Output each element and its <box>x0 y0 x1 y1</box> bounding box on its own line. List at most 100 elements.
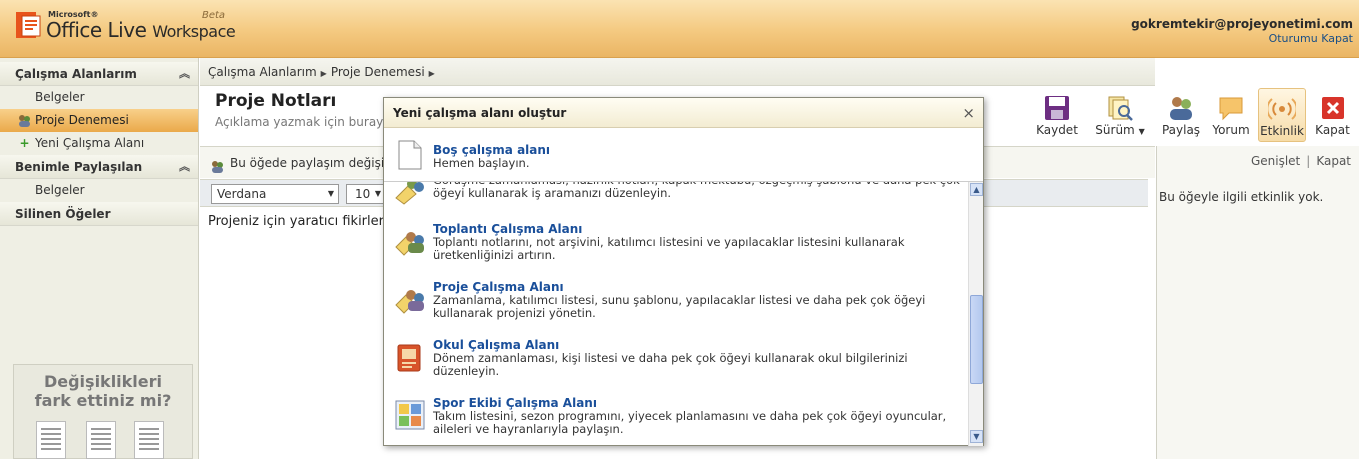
sidebar-item-label: Yeni Çalışma Alanı <box>35 136 145 150</box>
document-body[interactable]: Projeniz için yaratıcı fikirler <box>208 214 384 229</box>
breadcrumb-item[interactable]: Proje Denemesi <box>331 65 425 79</box>
comment-button[interactable]: Yorum <box>1208 92 1254 140</box>
sidebar-section-deleted-items[interactable]: Silinen Öğeler <box>0 202 198 226</box>
collapse-up-icon[interactable]: ︽ <box>179 155 190 179</box>
blank-workspace-option[interactable]: Boş çalışma alanı Hemen başlayın. <box>384 129 983 182</box>
brand-beta: Beta <box>202 10 226 21</box>
divider: | <box>1306 154 1311 168</box>
save-icon <box>1045 96 1069 120</box>
close-doc-button[interactable]: Kapat <box>1310 92 1355 140</box>
template-option-job-search[interactable]: Görüşme zamanlaması, hazırlık notları, k… <box>384 182 968 205</box>
blank-document-icon <box>398 140 422 170</box>
version-text: Sürüm <box>1095 123 1135 137</box>
activity-label: Etkinlik <box>1260 124 1304 138</box>
meeting-template-icon <box>395 232 424 256</box>
school-template-icon <box>397 344 421 372</box>
promo-title: Değişiklikleri fark ettiniz mi? <box>34 372 172 410</box>
sidebar-item-documents[interactable]: Belgeler <box>0 86 198 109</box>
job-search-template-icon <box>395 182 424 205</box>
template-option-desc: Dönem zamanlaması, kişi listesi ve daha … <box>433 351 908 378</box>
dialog-close-button[interactable]: × <box>962 98 975 128</box>
template-option-desc: Zamanlama, katılımcı listesi, sunu şablo… <box>433 293 926 320</box>
template-option-sports-team[interactable]: Spor Ekibi Çalışma Alanı Takım listesini… <box>384 396 968 446</box>
app-header: Microsoft® Office Live Workspace Beta go… <box>0 0 1359 58</box>
project-template-icon <box>395 290 424 314</box>
sidebar-item-label: Belgeler <box>35 183 85 197</box>
promo-box[interactable]: Değişiklikleri fark ettiniz mi? <box>13 364 193 459</box>
template-option-meeting[interactable]: Toplantı Çalışma Alanı Toplantı notların… <box>384 222 968 272</box>
version-button[interactable]: Sürüm ▼ <box>1092 92 1148 140</box>
chevron-down-icon: ▼ <box>327 189 334 198</box>
sidebar-section-label: Silinen Öğeler <box>15 207 111 221</box>
breadcrumb-item[interactable]: Çalışma Alanlarım <box>208 65 317 79</box>
share-info-text: Bu öğede paylaşım değişik <box>230 156 392 170</box>
share-label: Paylaş <box>1161 123 1201 137</box>
sidebar-section-label: Çalışma Alanlarım <box>15 67 137 81</box>
sidebar-item-shared-documents[interactable]: Belgeler <box>0 179 198 202</box>
template-option-desc: Toplantı notlarını, not arşivini, katılı… <box>433 235 905 262</box>
brand-office: Office Live <box>46 18 147 42</box>
sidebar-section-my-workspaces[interactable]: Çalışma Alanlarım ︽ <box>0 62 198 86</box>
template-option-desc: Takım listesini, sezon programını, yiyec… <box>433 409 947 436</box>
sports-team-template-icon <box>395 400 425 430</box>
dialog-header: Yeni çalışma alanı oluştur × <box>384 98 983 128</box>
sidebar-section-label: Benimle Paylaşılan <box>15 160 143 174</box>
collapse-up-icon[interactable]: ︽ <box>179 62 190 86</box>
office-logo-icon <box>16 12 41 38</box>
sidebar-item-label: Proje Denemesi <box>35 113 129 127</box>
chevron-down-icon: ▼ <box>374 189 381 198</box>
template-list: Görüşme zamanlaması, hazırlık notları, k… <box>384 182 968 446</box>
blank-option-desc: Hemen başlayın. <box>433 156 530 170</box>
template-list-scrollbar[interactable]: ▲ ▼ <box>968 182 983 446</box>
share-people-icon <box>1170 97 1192 120</box>
template-option-title: Proje Çalışma Alanı <box>433 280 564 294</box>
document-thumbnail-icon <box>86 421 116 459</box>
scrollbar-thumb[interactable] <box>970 295 983 384</box>
document-thumbnail-icon <box>134 421 164 459</box>
share-button[interactable]: Paylaş <box>1158 92 1204 140</box>
sidebar-item-new-workspace[interactable]: + Yeni Çalışma Alanı <box>0 132 198 155</box>
version-label: Sürüm ▼ <box>1092 123 1148 137</box>
activity-button[interactable]: Etkinlik <box>1258 88 1306 142</box>
chevron-down-icon: ▼ <box>1138 127 1145 136</box>
template-option-desc: Görüşme zamanlaması, hazırlık notları, k… <box>433 182 960 200</box>
activity-panel-links: Genişlet | Kapat <box>1251 154 1351 168</box>
comment-label: Yorum <box>1212 123 1250 137</box>
signout-link[interactable]: Oturumu Kapat <box>1269 32 1353 45</box>
template-option-title: Toplantı Çalışma Alanı <box>433 222 583 236</box>
people-icon <box>17 113 32 128</box>
document-thumbnail-icon <box>36 421 66 459</box>
activity-empty-message: Bu öğeyle ilgili etkinlik yok. <box>1159 190 1324 204</box>
blank-option-title: Boş çalışma alanı <box>433 143 551 157</box>
scroll-up-icon[interactable]: ▲ <box>970 183 983 196</box>
sidebar-item-label: Belgeler <box>35 90 85 104</box>
font-select[interactable]: Verdana ▼ <box>211 184 339 204</box>
close-panel-link[interactable]: Kapat <box>1316 154 1351 168</box>
template-option-school[interactable]: Okul Çalışma Alanı Dönem zamanlaması, ki… <box>384 338 968 388</box>
new-workspace-dialog: Yeni çalışma alanı oluştur × Boş çalışma… <box>383 97 984 446</box>
close-doc-label: Kapat <box>1315 123 1350 137</box>
template-option-project[interactable]: Proje Çalışma Alanı Zamanlama, katılımcı… <box>384 280 968 330</box>
page-description[interactable]: Açıklama yazmak için burayı <box>215 115 387 129</box>
dialog-title: Yeni çalışma alanı oluştur <box>393 106 567 120</box>
breadcrumb-arrow-icon: ▶ <box>428 69 435 78</box>
activity-signal-icon <box>1268 98 1296 120</box>
font-size-value: 10 <box>355 187 371 201</box>
comment-icon <box>1219 97 1243 121</box>
sidebar-section-shared-with-me[interactable]: Benimle Paylaşılan ︽ <box>0 155 198 179</box>
scroll-down-icon[interactable]: ▼ <box>970 430 983 443</box>
user-email: gokremtekir@projeyonetimi.com <box>1131 17 1353 31</box>
page-title[interactable]: Proje Notları <box>215 91 336 111</box>
brand-workspace: Workspace <box>152 22 236 41</box>
breadcrumb: Çalışma Alanlarım ▶ Proje Denemesi ▶ <box>200 58 1155 86</box>
brand-name: Office Live Workspace <box>46 18 236 42</box>
save-label: Kaydet <box>1036 123 1078 137</box>
font-select-value: Verdana <box>217 187 267 201</box>
version-icon <box>1108 96 1133 121</box>
template-option-title: Spor Ekibi Çalışma Alanı <box>433 396 597 410</box>
sidebar-item-project-trial[interactable]: Proje Denemesi <box>0 109 198 132</box>
expand-link[interactable]: Genişlet <box>1251 154 1300 168</box>
template-option-title: Okul Çalışma Alanı <box>433 338 560 352</box>
save-button[interactable]: Kaydet <box>1032 92 1082 140</box>
font-size-select[interactable]: 10 ▼ <box>346 184 386 204</box>
